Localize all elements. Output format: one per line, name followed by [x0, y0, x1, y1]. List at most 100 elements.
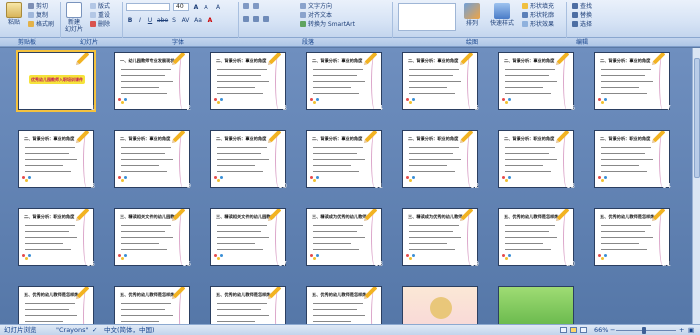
- char-spacing-button[interactable]: AV: [180, 16, 191, 24]
- slide-canvas[interactable]: 二、背景分析：职业的角度: [498, 130, 574, 188]
- font-size-combo[interactable]: 40: [173, 3, 189, 11]
- text-direction-button[interactable]: 文字方向: [300, 3, 332, 11]
- slide-thumbnail[interactable]: 三、精读成为优秀的幼儿教师 19: [402, 208, 479, 270]
- replace-button[interactable]: 替换: [572, 12, 592, 20]
- find-button[interactable]: 查找: [572, 3, 592, 11]
- slideshow-view-icon[interactable]: [580, 327, 587, 333]
- arrange-button[interactable]: 排列: [462, 3, 482, 27]
- shrink-font-button[interactable]: A: [202, 3, 210, 11]
- slide-thumbnail[interactable]: 二、背景分析：事业的角度 6: [498, 52, 575, 114]
- smartart-button[interactable]: 转换为 SmartArt: [300, 21, 355, 29]
- copy-button[interactable]: 复制: [28, 12, 48, 20]
- slide-thumbnail[interactable]: 二、背景分析：职业的角度 13: [498, 130, 575, 192]
- font-name-combo[interactable]: [126, 3, 170, 11]
- shape-outline-button[interactable]: 形状轮廓: [522, 12, 554, 20]
- slide-canvas[interactable]: 三、精读相关文件的幼儿园教师: [114, 208, 190, 266]
- slide-thumbnail[interactable]: 二、背景分析：事业的角度 5: [402, 52, 479, 114]
- slide-canvas[interactable]: 二、背景分析：职业的角度: [18, 208, 94, 266]
- shadow-button[interactable]: S: [170, 16, 178, 24]
- slide-thumbnail[interactable]: 二、背景分析：职业的角度 14: [594, 130, 671, 192]
- slide-thumbnail[interactable]: 五、优秀的幼儿教师是怎样炼22: [18, 286, 94, 324]
- zoom-slider[interactable]: [616, 330, 676, 331]
- slide-thumbnail[interactable]: 一、幼儿园教师专业发展现状 2: [114, 52, 191, 114]
- slide-canvas[interactable]: 优秀幼儿园教师入职培训课件: [16, 50, 96, 112]
- slide-canvas[interactable]: 二、背景分析：职业的角度: [402, 130, 478, 188]
- slide-thumbnail[interactable]: 二、背景分析：事业的角度 7: [594, 52, 671, 114]
- slide-thumbnail[interactable]: 三、精读成为优秀的幼儿教师 18: [306, 208, 383, 270]
- slide-thumbnail[interactable]: 优秀幼儿园教师入职培训课件 1: [16, 50, 96, 114]
- shapes-gallery[interactable]: [398, 3, 456, 31]
- normal-view-icon[interactable]: [560, 327, 567, 333]
- slide-thumbnail[interactable]: 二、背景分析：事业的角度 9: [114, 130, 191, 192]
- slide-thumbnail[interactable]: 五、优秀的幼儿教师是怎样炼24: [210, 286, 286, 324]
- slide-canvas[interactable]: 五、优秀的幼儿教师是怎样炼: [114, 286, 190, 324]
- slide-canvas[interactable]: 谢谢！: [402, 286, 478, 324]
- reset-button[interactable]: 重设: [90, 12, 110, 20]
- slide-thumbnail[interactable]: 三、精读相关文件的幼儿园教师 17: [210, 208, 287, 270]
- zoom-slider-knob[interactable]: [642, 327, 646, 334]
- slide-canvas[interactable]: 二、背景分析：事业的角度: [306, 130, 382, 188]
- slide-canvas[interactable]: 二、背景分析：职业的角度: [594, 130, 670, 188]
- change-case-button[interactable]: Aa: [193, 16, 203, 24]
- slide-canvas[interactable]: 二、背景分析：事业的角度: [498, 52, 574, 110]
- shape-fill-button[interactable]: 形状填充: [522, 3, 554, 11]
- delete-slide-button[interactable]: 删除: [90, 21, 110, 29]
- underline-button[interactable]: U: [146, 16, 154, 24]
- italic-button[interactable]: I: [136, 16, 144, 24]
- slide-canvas[interactable]: 五、优秀的幼儿教师是怎样炼: [18, 286, 94, 324]
- zoom-level[interactable]: 66%: [594, 326, 608, 335]
- align-right-button[interactable]: [263, 16, 271, 24]
- slide-thumbnail[interactable]: 五、优秀的幼儿教师是怎样炼23: [114, 286, 190, 324]
- align-center-button[interactable]: [253, 16, 261, 24]
- slide-canvas[interactable]: 五、优秀的幼儿教师是怎样炼: [498, 208, 574, 266]
- zoom-out-icon[interactable]: −: [610, 326, 615, 335]
- font-color-button[interactable]: A: [206, 16, 214, 24]
- slide-canvas[interactable]: 三、精读成为优秀的幼儿教师: [306, 208, 382, 266]
- slide-thumbnail[interactable]: 五、优秀的幼儿教师是怎样炼25: [306, 286, 382, 324]
- spellcheck-icon[interactable]: ✓: [92, 326, 97, 335]
- fit-window-icon[interactable]: ▣: [688, 326, 694, 335]
- slide-sorter[interactable]: 优秀幼儿园教师入职培训课件 1 一、幼儿园教师专业发展现状 2 二、背景分析：事业的角度…: [0, 48, 692, 324]
- slide-thumbnail[interactable]: 三、精读相关文件的幼儿园教师 16: [114, 208, 191, 270]
- slide-canvas[interactable]: 二、背景分析：事业的角度: [18, 130, 94, 188]
- slide-canvas[interactable]: 五、优秀的幼儿教师是怎样炼: [594, 208, 670, 266]
- strikethrough-button[interactable]: abe: [156, 16, 168, 24]
- align-left-button[interactable]: [243, 16, 251, 24]
- slide-thumbnail[interactable]: 二、背景分析：事业的角度 3: [210, 52, 287, 114]
- bullets-button[interactable]: [243, 3, 251, 11]
- slide-thumbnail[interactable]: 二、背景分析：职业的角度 12: [402, 130, 479, 192]
- slide-canvas[interactable]: [498, 286, 574, 324]
- slide-canvas[interactable]: 二、背景分析：事业的角度: [402, 52, 478, 110]
- slide-canvas[interactable]: 二、背景分析：事业的角度: [594, 52, 670, 110]
- slide-canvas[interactable]: 二、背景分析：事业的角度: [114, 130, 190, 188]
- slide-thumbnail[interactable]: 二、背景分析：事业的角度 4: [306, 52, 383, 114]
- numbering-button[interactable]: [253, 3, 261, 11]
- slide-canvas[interactable]: 五、优秀的幼儿教师是怎样炼: [306, 286, 382, 324]
- grow-font-button[interactable]: A: [192, 3, 200, 11]
- slide-thumbnail[interactable]: 二、背景分析：事业的角度 10: [210, 130, 287, 192]
- slide-canvas[interactable]: 一、幼儿园教师专业发展现状: [114, 52, 190, 110]
- slide-thumbnail[interactable]: 五、优秀的幼儿教师是怎样炼 21: [594, 208, 671, 270]
- slide-sorter-view-icon[interactable]: [570, 327, 577, 333]
- align-text-button[interactable]: 对齐文本: [300, 12, 332, 20]
- zoom-in-icon[interactable]: +: [679, 326, 684, 335]
- layout-button[interactable]: 版式: [90, 3, 110, 11]
- clear-format-button[interactable]: A: [214, 3, 222, 11]
- scrollbar-thumb[interactable]: [694, 58, 700, 178]
- slide-canvas[interactable]: 三、精读相关文件的幼儿园教师: [210, 208, 286, 266]
- slide-thumbnail[interactable]: 谢谢！26: [402, 286, 478, 324]
- slide-thumbnail[interactable]: 二、背景分析：职业的角度 15: [18, 208, 95, 270]
- slide-thumbnail[interactable]: 五、优秀的幼儿教师是怎样炼 20: [498, 208, 575, 270]
- slide-thumbnail[interactable]: 二、背景分析：事业的角度 11: [306, 130, 383, 192]
- slide-canvas[interactable]: 五、优秀的幼儿教师是怎样炼: [210, 286, 286, 324]
- slide-canvas[interactable]: 二、背景分析：事业的角度: [306, 52, 382, 110]
- quick-styles-button[interactable]: 快速样式: [488, 3, 516, 27]
- shape-effects-button[interactable]: 形状效果: [522, 21, 554, 29]
- vertical-scrollbar[interactable]: [692, 48, 700, 324]
- bold-button[interactable]: B: [126, 16, 134, 24]
- slide-canvas[interactable]: 三、精读成为优秀的幼儿教师: [402, 208, 478, 266]
- paste-button[interactable]: 粘贴: [4, 2, 24, 26]
- slide-thumbnail[interactable]: 二、背景分析：事业的角度 8: [18, 130, 95, 192]
- slide-canvas[interactable]: 二、背景分析：事业的角度: [210, 130, 286, 188]
- slide-canvas[interactable]: 二、背景分析：事业的角度: [210, 52, 286, 110]
